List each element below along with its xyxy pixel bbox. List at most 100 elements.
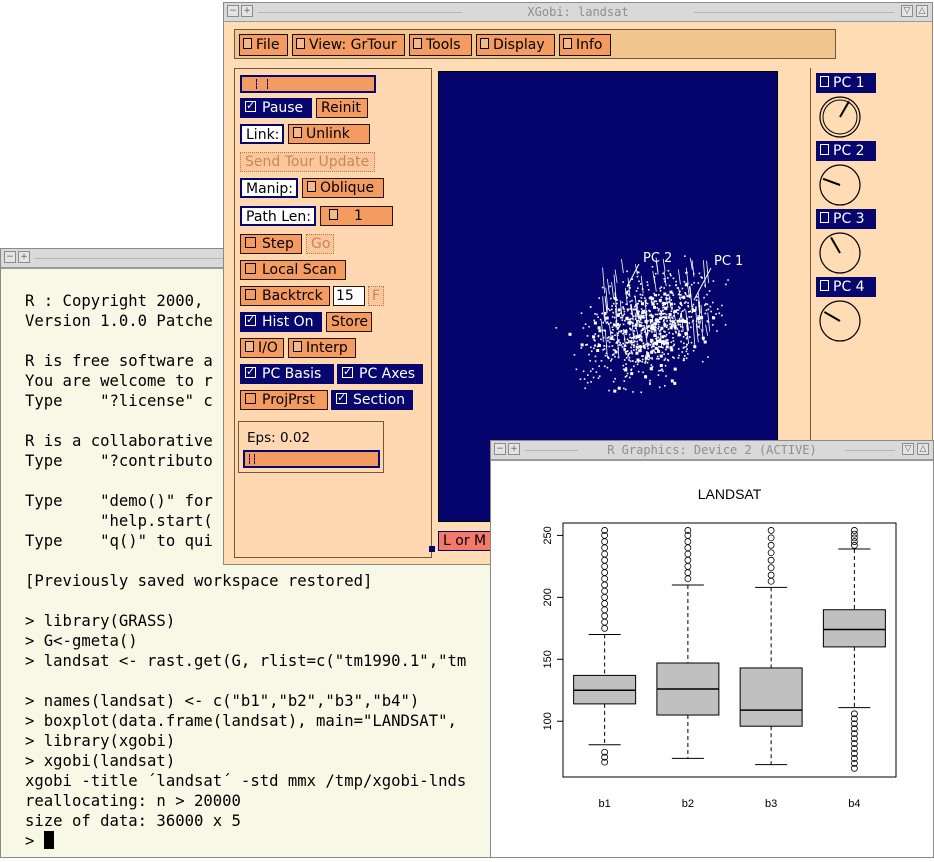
- terminal-prompt-line[interactable]: >: [25, 831, 499, 851]
- pc-axis-label[interactable]: PC 4: [816, 277, 876, 297]
- outlier-point: [684, 556, 692, 564]
- scatter-point: [628, 356, 631, 359]
- scatter-point: [651, 346, 653, 349]
- scatter-point: [667, 353, 669, 355]
- io-menu[interactable]: I/O: [240, 338, 284, 358]
- resize-handle[interactable]: [429, 546, 435, 552]
- menu-view[interactable]: View: GrTour: [292, 34, 405, 56]
- scatter-point: [724, 324, 727, 326]
- send-tour-update-button[interactable]: Send Tour Update: [240, 152, 375, 172]
- slider-thumb[interactable]: [256, 79, 268, 89]
- scatter-point: [659, 290, 662, 292]
- minimize-icon[interactable]: ▽: [901, 5, 913, 17]
- scatter-point: [685, 357, 688, 360]
- pc-axis-dial-icon[interactable]: [818, 231, 866, 277]
- scatter-streak: [689, 257, 693, 270]
- section-toggle[interactable]: Section: [331, 389, 413, 410]
- menu-icon: [243, 38, 252, 49]
- scatter-point: [627, 290, 629, 292]
- pc-axis-label[interactable]: PC 1: [816, 73, 876, 93]
- scatter-point: [649, 344, 652, 346]
- scatter-point: [647, 358, 650, 361]
- scatter-point: [621, 301, 624, 304]
- scatter-point: [608, 345, 611, 348]
- scatter-point: [646, 284, 649, 286]
- scatter-point: [658, 358, 660, 360]
- scatter-point: [681, 351, 684, 353]
- outlier-point: [601, 550, 609, 558]
- pc-axis-control[interactable]: PC 4: [816, 277, 876, 345]
- eps-slider[interactable]: [243, 450, 380, 468]
- pc-axes-toggle[interactable]: PC Axes: [337, 363, 423, 384]
- pc-basis-toggle[interactable]: PC Basis: [240, 363, 334, 384]
- menu-file[interactable]: File: [239, 34, 288, 56]
- reinit-button[interactable]: Reinit: [316, 98, 368, 118]
- scatter-point: [628, 340, 630, 342]
- menu-display[interactable]: Display: [476, 34, 555, 56]
- slider-thumb[interactable]: [249, 454, 255, 464]
- menu-info[interactable]: Info: [559, 34, 611, 56]
- scatter-point: [639, 321, 641, 323]
- unlink-menu[interactable]: Unlink: [288, 124, 370, 144]
- scatter-point: [624, 376, 627, 378]
- speed-slider[interactable]: [240, 75, 376, 93]
- scatter-point: [638, 339, 641, 341]
- projprst-toggle[interactable]: ProjPrst: [240, 390, 328, 410]
- scatter-point: [683, 357, 685, 360]
- maximize-icon[interactable]: △: [917, 443, 929, 455]
- scatter-point: [654, 313, 657, 316]
- store-button[interactable]: Store: [326, 312, 372, 332]
- pc-axis-label[interactable]: PC 3: [816, 209, 876, 229]
- backtrack-f-button[interactable]: F: [368, 286, 384, 306]
- maximize-icon[interactable]: △: [916, 5, 928, 17]
- path-len-menu[interactable]: 1: [320, 206, 393, 226]
- pc-axis-control[interactable]: PC 3: [816, 209, 876, 277]
- scatter-streak: [678, 269, 681, 285]
- hist-on-toggle[interactable]: Hist On: [240, 311, 322, 332]
- step-toggle[interactable]: Step: [240, 234, 302, 254]
- rgraphics-titlebar[interactable]: − + R Graphics: Device 2 (ACTIVE) ▽ △: [491, 441, 933, 460]
- pc-axis-dial-icon[interactable]: [818, 95, 866, 141]
- scatter-point: [655, 294, 657, 296]
- menu-icon: [480, 38, 489, 49]
- xgobi-titlebar[interactable]: − + XGobi: landsat ▽ △: [224, 3, 932, 22]
- local-scan-toggle[interactable]: Local Scan: [240, 260, 346, 280]
- scatter-point: [690, 316, 693, 318]
- menu-tools[interactable]: Tools: [409, 34, 472, 56]
- scatter-point: [644, 297, 646, 299]
- pc-axis-dial-icon[interactable]: [818, 299, 866, 345]
- manip-oblique-menu[interactable]: Oblique: [302, 178, 384, 198]
- scatter-point: [650, 299, 653, 301]
- box-b3: [739, 527, 803, 766]
- scatter-point: [674, 327, 676, 330]
- scatter-point: [662, 320, 665, 322]
- pc-axis-control[interactable]: PC 2: [816, 141, 876, 209]
- window-sticky-icon[interactable]: +: [18, 251, 30, 263]
- box-b1: [573, 527, 637, 766]
- go-button[interactable]: Go: [306, 234, 334, 254]
- y-tick-label: 250: [542, 526, 554, 544]
- scatter-point: [600, 338, 602, 341]
- backtrack-toggle[interactable]: Backtrck: [240, 286, 330, 306]
- window-menu-icon[interactable]: −: [4, 251, 16, 263]
- scatter-point: [594, 360, 597, 363]
- minimize-icon[interactable]: ▽: [902, 443, 914, 455]
- scatter-point: [638, 300, 640, 302]
- scatter-point: [695, 299, 698, 301]
- pc-axis-control[interactable]: PC 1: [816, 73, 876, 141]
- interp-menu[interactable]: Interp: [288, 338, 356, 358]
- pc-axis-dial-icon[interactable]: [818, 163, 866, 209]
- l-or-m-button[interactable]: L or M: [438, 531, 494, 551]
- pc-axis-label[interactable]: PC 2: [816, 141, 876, 161]
- scatter-point: [627, 355, 629, 357]
- backtrack-count-field[interactable]: 15: [333, 286, 365, 306]
- terminal-cursor: [43, 831, 54, 849]
- scatter-point: [663, 312, 666, 315]
- scatter-point: [610, 359, 612, 362]
- pause-toggle[interactable]: Pause: [240, 97, 312, 118]
- rgraphics-window[interactable]: − + R Graphics: Device 2 (ACTIVE) ▽ △ LA…: [490, 440, 934, 858]
- checkbox-icon: [245, 311, 256, 329]
- scatter-point: [614, 334, 616, 336]
- xgobi-control-panel: Pause Reinit Link: Unlink Send Tour Upda…: [234, 68, 432, 558]
- scatter-point: [620, 330, 623, 332]
